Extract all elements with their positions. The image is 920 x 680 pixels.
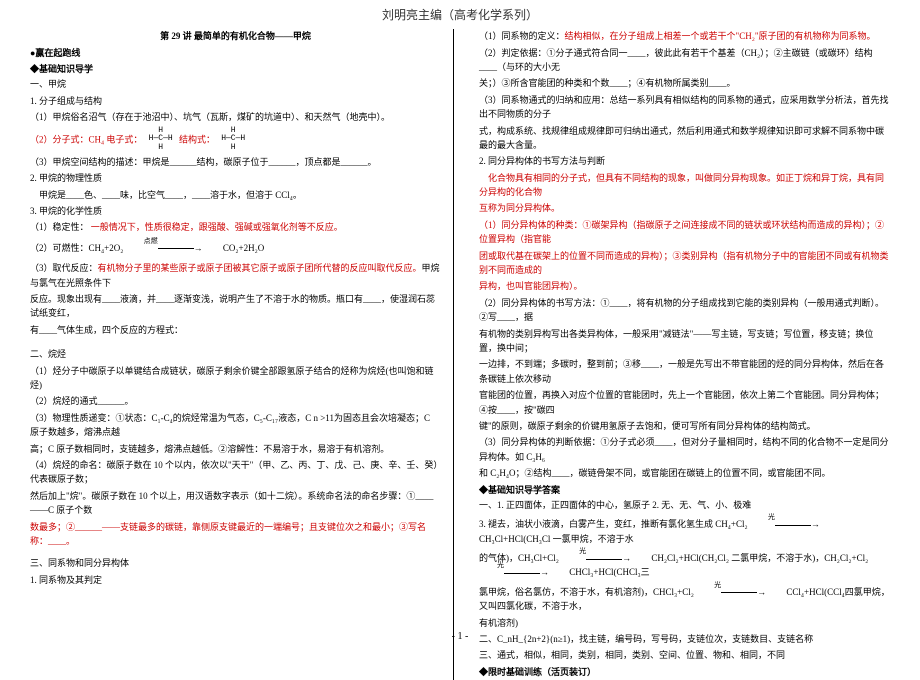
l3a: （2）分子式：: [30, 134, 89, 144]
arrow-icon: 光→: [479, 565, 567, 579]
heading-alkane: 二、烷烃: [30, 347, 441, 361]
l9a: （3）取代反应：: [30, 263, 98, 273]
r5: 式，构成系统、找规律组成规律即可归纳出通式，然后利用通式和数学规律知识即可求解不…: [479, 124, 890, 153]
line-structure: 1. 分子组成与结构: [30, 94, 441, 108]
line-formula: （2）分子式：CH₄ 电子式： H H—C—H H 结构式： H H—C—H H: [30, 127, 441, 153]
r14: 一边排，不到端；多碳时，整到前；③移____，一般是先写出不带官能团的烃的同分异…: [479, 357, 890, 386]
line-naming3: 数最多；②______——支链最多的碳链，靠侧原支键最近的一端编号；且支键位次之…: [30, 520, 441, 549]
r15: 官能团的位置，再换入对应个位置的官能团时，先上一个官能团，依次上第二个官能团。同…: [479, 388, 890, 417]
a3: 的气体)，CH₃Cl+Cl₂ 光→ CH₂Cl₂+HCl(CH₂Cl₂ 二氯甲烷…: [479, 548, 890, 580]
r12: （2）同分异构体的书写方法：①____，将有机物的分子组成找到它能的类别异构（一…: [479, 296, 890, 325]
line-combust: （2）可燃性：CH₄+2O₂ 点燃→ CO₂+2H₂O: [30, 237, 441, 259]
l3b: CH₄: [89, 134, 105, 144]
l8b: CO₂+2H₂O: [223, 243, 264, 253]
r7: 化合物具有相同的分子式，但具有不同结构的现象，叫做同分异构现象。如正丁烷和异丁烷…: [479, 171, 890, 200]
l17a: 然后加上"烷"。碳原子数在 10 个以上，用汉语数字表示（如十二烷）。系统命名法…: [30, 491, 433, 515]
l9b: 有机物分子里的某些原子或原子团被其它原子或原子团所代替的反应叫取代反应。: [98, 263, 422, 273]
structural-formula-icon: H H—C—H H: [221, 127, 245, 153]
r1a: （1）同系物的定义：: [479, 31, 565, 41]
a2a: 3. 褪去，油状小液滴，白雾产生，变红，推断有氯化氢生成 CH₄+Cl₂: [479, 519, 748, 529]
page-footer: - 1 -: [0, 629, 920, 645]
r18: 和 C₂H₄O；②结构____，碳链骨架不同，或官能团在碳链上的位置不同，或官能…: [479, 466, 890, 480]
line-phys-desc: 甲烷是____色、____味，比空气____，____溶于水，但溶于 CCl₄。: [30, 188, 441, 202]
page-header: 刘明亮主编（高考化学系列）: [0, 0, 920, 29]
two-column-layout: 第 29 讲 最简单的有机化合物——甲烷 ●赢在起跑线 ◆基础知识导学 一、甲烷…: [0, 29, 920, 680]
line-phenomena: 反应。现象出现有____液滴，并____逐渐变浅，说明产生了不溶于水的物质。瓶口…: [30, 292, 441, 321]
arrow-icon: 光→: [696, 585, 784, 599]
right-column: （1）同系物的定义：结构相似，在分子组成上相差一个或若干个"CH₂"原子团的有机…: [479, 29, 890, 680]
l3c: 电子式：: [104, 134, 142, 144]
line-chem: 3. 甲烷的化学性质: [30, 204, 441, 218]
r17: （3）同分异构体的判断依据：①分子式必须____，但对分子量相同时，结构不同的化…: [479, 435, 890, 464]
r9: （1）同分异构体的种类：①碳架异构（指碳原子之间连接成不同的链状或环状结构而造成…: [479, 218, 890, 247]
line-alkane-def: （1）烃分子中碳原子以单键结合成链状，碳原子剩余价键全部跟氢原子结合的烃称为烷烃…: [30, 364, 441, 393]
r3: 关；）③所含官能团的种类和个数____；④有机物所属类别____。: [479, 76, 890, 90]
a3a: 的气体)，CH₃Cl+Cl₂: [479, 553, 559, 563]
r-def: （1）同系物的定义：结构相似，在分子组成上相差一个或若干个"CH₂"原子团的有机…: [479, 29, 890, 43]
line-isomer1: 1. 同系物及其判定: [30, 573, 441, 587]
left-column: 第 29 讲 最简单的有机化合物——甲烷 ●赢在起跑线 ◆基础知识导学 一、甲烷…: [30, 29, 454, 680]
l7a: （1）稳定性：: [30, 222, 89, 232]
line-phys: 2. 甲烷的物理性质: [30, 171, 441, 185]
a3b: CH₂Cl₂+HCl(CH₂Cl₂ 二氯甲烷，不溶于水)，CH₂Cl₂+Cl₂: [651, 553, 868, 563]
section-winline: ●赢在起跑线: [30, 46, 441, 60]
r4: （3）同系物通式的归纳和应用：总结一系列具有相似结构的同系物的通式，应采用数学分…: [479, 93, 890, 122]
a2: 3. 褪去，油状小液滴，白雾产生，变红，推断有氯化氢生成 CH₄+Cl₂ 光→ …: [479, 514, 890, 546]
a4: 氯甲烷，俗名氯仿，不溶于水，有机溶剂)，CHCl₃+Cl₂ 光→ CCl₄+HC…: [479, 582, 890, 614]
r8: 互称为同分异构体。: [479, 201, 890, 215]
r6: 2. 同分异构体的书写方法与判断: [479, 154, 890, 168]
l3d: 结构式：: [179, 134, 215, 144]
a2b: CH₃Cl+HCl(CH₃Cl 一氯甲烷，不溶于水: [479, 534, 634, 544]
electron-formula-icon: H H—C—H H: [149, 127, 173, 153]
r11: 异构，也叫官能团异构）。: [479, 279, 890, 293]
l7b: 一般情况下，性质很稳定，跟强酸、强碱或强氧化剂等不反应。: [91, 222, 343, 232]
arrow-icon: 点燃→: [126, 241, 221, 255]
r1b: 结构相似，在分子组成上相差一个或若干个"CH₂"原子团的有机物称为同系物。: [565, 31, 876, 41]
heading-methane: 一、甲烷: [30, 77, 441, 91]
a1: 一、1. 正四面体，正四面体的中心，氢原子 2. 无、无、气、小、极难: [479, 498, 890, 512]
r13: 有机物的类别异构写出各类异构体，一般采用"减链法"——写主链，写支链；写位置，移…: [479, 327, 890, 356]
line-spatial: （3）甲烷空间结构的描述：甲烷是______结构，碳原子位于______，顶点都…: [30, 155, 441, 169]
r10: 团或取代基在碳架上的位置不同而造成的异构）；③类别异构（指有机物分子中的官能团不…: [479, 249, 890, 278]
line-phys-trend2: 高；C 原子数相同时，支链越多，熔沸点越低。②溶解性：不易溶于水，易溶于有机溶剂…: [30, 442, 441, 456]
section-timed: ◆限时基础训练（活页装订）: [479, 665, 890, 679]
a5: 有机溶剂): [479, 616, 890, 630]
line-names: （1）甲烷俗名沼气（存在于池沼中）、坑气（瓦斯，煤矿的坑道中）、和天然气（地壳中…: [30, 110, 441, 124]
line-equations: 有____气体生成，四个反应的方程式：: [30, 323, 441, 337]
line-stability: （1）稳定性： 一般情况下，性质很稳定，跟强酸、强碱或强氧化剂等不反应。: [30, 220, 441, 234]
a4a: 氯甲烷，俗名氯仿，不溶于水，有机溶剂)，CHCl₃+Cl₂: [479, 587, 694, 597]
line-sub-reaction: （3）取代反应：有机物分子里的某些原子或原子团被其它原子或原子团所代替的反应叫取…: [30, 261, 441, 290]
line-naming2: 然后加上"烷"。碳原子数在 10 个以上，用汉语数字表示（如十二烷）。系统命名法…: [30, 489, 441, 518]
l8a: （2）可燃性：CH₄+2O₂: [30, 243, 123, 253]
section-answers: ◆基础知识导学答案: [479, 483, 890, 497]
line-phys-trend: （3）物理性质递变：①状态：C₁-C₄的烷烃常温为气态，C₅-C₁₇液态，C n…: [30, 411, 441, 440]
section-basics: ◆基础知识导学: [30, 62, 441, 76]
lesson-title: 第 29 讲 最简单的有机化合物——甲烷: [30, 29, 441, 43]
a3c: CHCl₃+HCl(CHCl₃三: [569, 567, 649, 577]
r2: （2）判定依据：①分子通式符合同一____，彼此此有若干个基差（CH₂）；②主碳…: [479, 46, 890, 75]
heading-isomer: 三、同系物和同分异构体: [30, 556, 441, 570]
line-naming: （4）烷烃的命名：碳原子数在 10 个以内，依次以"天干"（甲、乙、丙、丁、戊、…: [30, 458, 441, 487]
r16: 键"的原则，碳原子剩余的价键用氢原子去饱和，便可写所有同分异构体的结构简式。: [479, 419, 890, 433]
line-alkane-formula: （2）烷烃的通式______。: [30, 394, 441, 408]
arrow-icon: 光→: [750, 517, 838, 531]
arrow-icon: 光→: [561, 551, 649, 565]
